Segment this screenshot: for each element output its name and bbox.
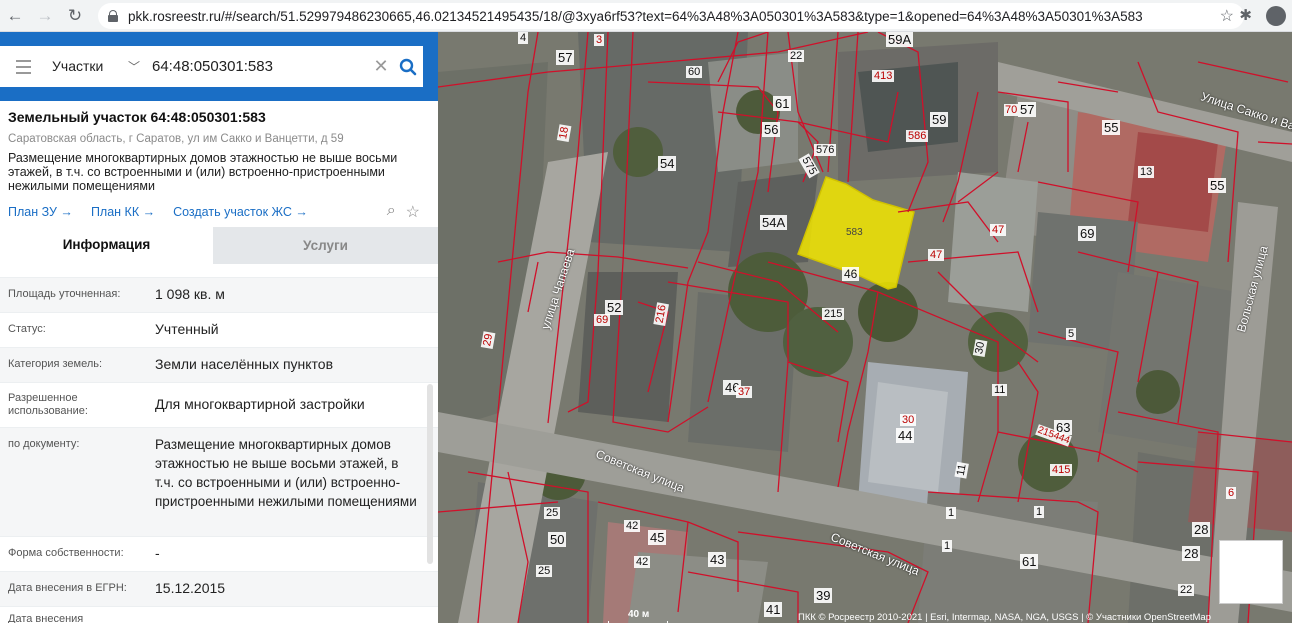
parcel-label[interactable]: 28 [1192,522,1211,537]
parcel-label[interactable]: 39 [814,588,833,603]
parcel-title: Земельный участок 64:48:050301:583 [8,109,266,125]
parcel-label[interactable]: 61 [1020,554,1039,569]
lock-icon [108,10,118,22]
info-row-egrn: Дата внесения в ЕГРН: 15.12.2015 [0,572,438,607]
profile-avatar[interactable] [1266,6,1286,26]
info-row-use: Разрешенное использование: Для многоквар… [0,383,438,428]
info-row-status: Статус: Учтенный [0,313,438,348]
address-bar[interactable]: pkk.rosreestr.ru/#/search/51.52997948623… [98,3,1244,29]
parcel-label[interactable]: 50 [548,532,567,547]
parcel-label[interactable]: 69 [594,314,611,326]
parcel-label[interactable]: 61 [773,96,792,111]
parcel-label[interactable]: 59А [886,32,914,47]
parcel-label[interactable]: 46 [842,267,860,281]
parcel-label[interactable]: 413 [872,70,895,82]
parcel-label[interactable]: 69 [1078,226,1097,241]
parcel-label[interactable]: 6 [1226,487,1237,499]
parcel-label[interactable]: 415 [1050,464,1073,476]
search-icon[interactable] [393,52,423,82]
extensions-area: ✱ [1239,6,1286,26]
search-box: Участки ﹀ ✕ [0,46,423,87]
parcel-label[interactable]: 70 [1004,104,1019,116]
map-view[interactable]: улица Чапаева Советская улица Советская … [438,32,1292,623]
zoom-to-icon[interactable]: ⌕ [387,202,396,222]
parcel-label[interactable]: 11 [992,384,1008,396]
panel-tabs: Информация Услуги [0,227,438,264]
parcel-label[interactable]: 37 [736,386,753,398]
parcel-label[interactable]: 215 [822,308,845,320]
overview-minimap[interactable] [1219,540,1283,604]
info-row-more: Дата внесения [0,607,438,623]
parcel-label[interactable]: 44 [896,428,915,443]
tab-info[interactable]: Информация [0,227,213,264]
chevron-down-icon: ﹀ [127,60,140,74]
favorite-star-icon[interactable]: ☆ [406,202,420,222]
parcel-label[interactable]: 22 [1178,584,1195,596]
parcel-label[interactable]: 56 [762,122,781,137]
panel-scrollbar[interactable] [427,384,433,564]
search-type-select[interactable]: Участки ﹀ [46,58,146,75]
info-row-category: Категория земель: Земли населённых пункт… [0,348,438,383]
menu-icon[interactable] [0,46,46,87]
parcel-header: Земельный участок 64:48:050301:583 Сарат… [8,109,428,193]
parcel-label[interactable]: 47 [990,224,1007,236]
parcel-label[interactable]: 576 [814,144,837,156]
info-panel: Участки ﹀ ✕ ‹ Земельный участок 64:48:05… [0,32,438,623]
parcel-description: Размещение многоквартирных домов этажнос… [8,151,398,193]
parcel-address: Саратовская область, г Саратов, ул им Са… [8,133,344,145]
scale-label: 40 м [628,609,650,620]
plan-zu-link[interactable]: План ЗУ → [8,205,73,219]
search-input[interactable] [146,51,369,82]
parcel-label[interactable]: 4 [518,32,529,44]
parcel-label[interactable]: 22 [788,50,805,62]
parcel-label[interactable]: 55 [1102,120,1121,135]
parcel-label[interactable]: 59 [930,112,949,127]
info-rows: Площадь уточненная: 1 098 кв. м Статус: … [0,264,438,623]
parcel-label[interactable]: 45 [648,530,667,545]
parcel-label[interactable]: 5 [1066,328,1077,340]
parcel-label[interactable]: 54 [658,156,677,171]
parcel-label[interactable]: 586 [906,130,929,142]
parcel-label[interactable]: 1 [946,507,957,519]
parcel-label[interactable]: 52 [605,300,624,315]
parcel-label[interactable]: 25 [536,565,553,577]
parcel-label[interactable]: 583 [846,227,863,238]
browser-toolbar: ← → ↻ pkk.rosreestr.ru/#/search/51.52997… [0,0,1292,32]
tab-services[interactable]: Услуги [213,227,438,264]
info-row-area: Площадь уточненная: 1 098 кв. м [0,278,438,313]
parcel-label[interactable]: 41 [764,602,783,617]
parcel-label[interactable]: 54А [760,215,788,230]
back-icon[interactable]: ← [0,1,30,31]
parcel-label[interactable]: 47 [928,249,945,261]
parcel-label[interactable]: 57 [1018,102,1037,117]
info-row-ownership: Форма собственности: - [0,537,438,572]
parcel-label[interactable]: 42 [634,556,651,568]
parcel-label[interactable]: 25 [544,507,561,519]
info-row-doc: по документу: Размещение многоквартирных… [0,428,438,537]
bookmark-star-icon[interactable]: ☆ [1220,6,1234,26]
parcel-links: План ЗУ → План КК → Создать участок ЖС →… [8,202,428,222]
parcel-label[interactable]: 28 [1182,546,1201,561]
extensions-icon[interactable]: ✱ [1239,6,1252,26]
url-text: pkk.rosreestr.ru/#/search/51.52997948623… [128,8,1143,24]
parcel-label[interactable]: 55 [1208,178,1227,193]
forward-icon[interactable]: → [30,1,60,31]
parcel-label[interactable]: 43 [708,552,727,567]
parcel-label[interactable]: 60 [686,66,703,78]
map-attribution: ПКК © Росреестр 2010-2021 | Esri, Interm… [798,612,1211,623]
clear-icon[interactable]: ✕ [369,56,393,77]
parcel-label[interactable]: 57 [556,50,575,65]
parcel-label[interactable]: 1 [1034,506,1045,518]
partial-row [0,264,438,278]
parcel-label[interactable]: 13 [1138,166,1155,178]
plan-kk-link[interactable]: План КК → [91,205,155,219]
reload-icon[interactable]: ↻ [60,1,90,31]
parcel-label[interactable]: 1 [942,540,953,552]
parcel-label[interactable]: 30 [900,414,917,426]
create-zhs-link[interactable]: Создать участок ЖС → [173,205,308,219]
parcel-label[interactable]: 3 [594,34,605,46]
parcel-label[interactable]: 42 [624,520,641,532]
search-bar: Участки ﹀ ✕ ‹ [0,32,438,101]
